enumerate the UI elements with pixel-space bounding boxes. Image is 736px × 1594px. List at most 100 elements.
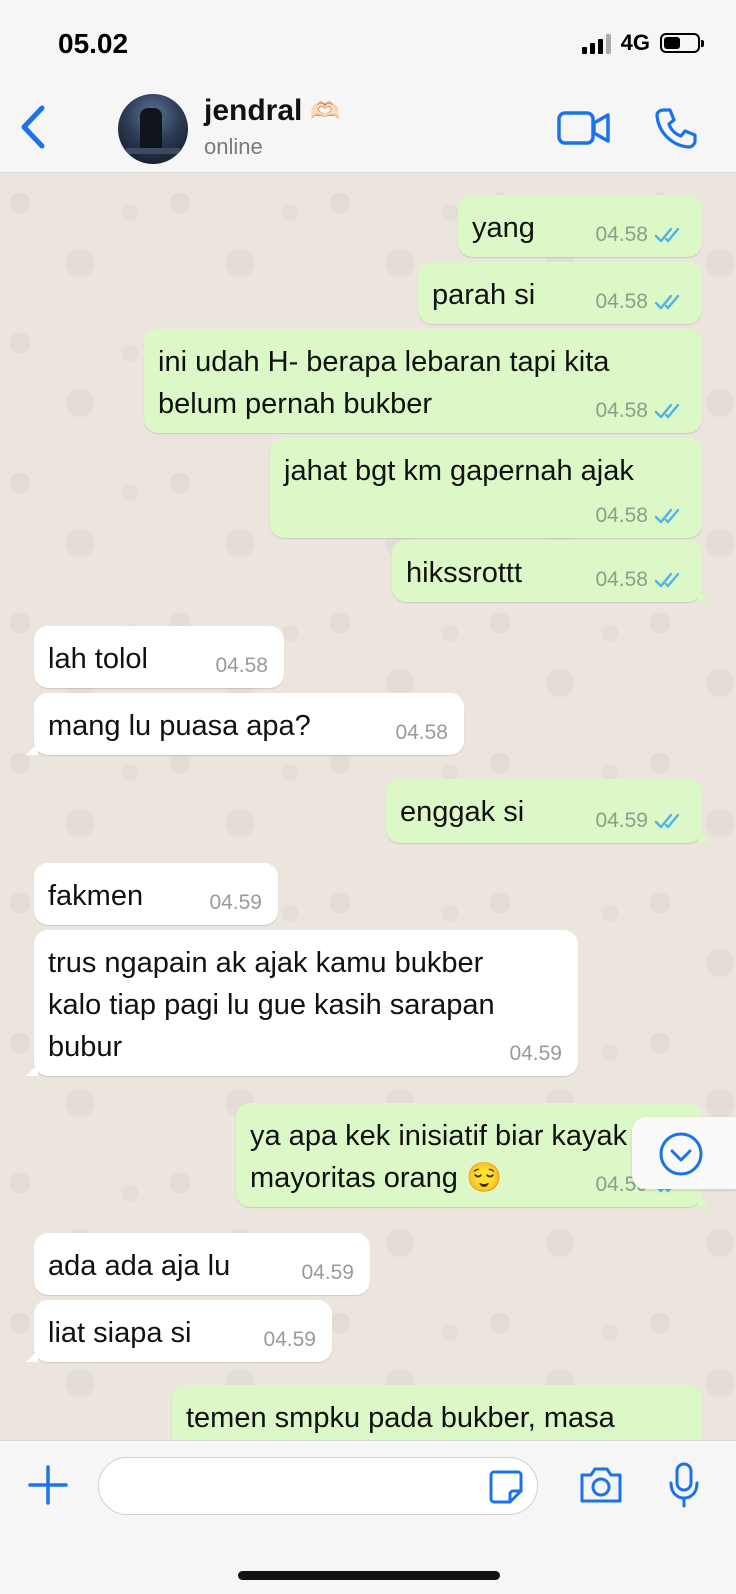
message-text: fakmen xyxy=(48,875,143,917)
message-text: yang xyxy=(472,207,535,249)
message-text: parah si xyxy=(432,274,535,316)
read-receipt-icon xyxy=(654,813,680,829)
chat-header: jendral 🫶🏻 online xyxy=(0,88,736,173)
message-meta: 04.58 xyxy=(595,504,686,528)
message-line: kalo tiap pagi lu gue kasih sarapan xyxy=(48,989,495,1021)
status-indicators: 4G xyxy=(581,30,704,56)
message-text: mang lu puasa apa? xyxy=(48,705,311,747)
message-time: 04.59 xyxy=(209,891,262,914)
signal-icon xyxy=(581,32,611,54)
message-line: lah tolol xyxy=(48,643,148,675)
message-meta: 04.58 xyxy=(215,654,268,678)
camera-icon xyxy=(580,1467,622,1503)
avatar[interactable] xyxy=(118,94,188,164)
camera-button[interactable] xyxy=(578,1465,624,1505)
message-meta: 04.58 xyxy=(395,721,448,745)
message-line: trus ngapain ak ajak kamu bukber xyxy=(48,947,484,979)
message-line: parah si xyxy=(432,279,536,311)
outgoing-message[interactable]: yang 04.58 xyxy=(458,195,702,257)
message-meta: 04.59 xyxy=(209,891,262,915)
message-text: temen smpku pada bukber, masa xyxy=(186,1397,615,1439)
message-line: bubur xyxy=(48,1031,123,1063)
message-text: jahat bgt km gapernah ajak xyxy=(284,450,634,492)
message-line: temen smpku pada bukber, masa xyxy=(186,1402,615,1434)
incoming-message[interactable]: lah tolol 04.58 xyxy=(34,626,284,688)
microphone-button[interactable] xyxy=(668,1461,700,1509)
outgoing-message[interactable]: parah si 04.58 xyxy=(418,262,702,324)
message-line: ada ada aja lu xyxy=(48,1250,231,1282)
message-line: belum pernah bukber xyxy=(158,388,433,420)
message-meta: 04.58 xyxy=(595,399,686,423)
outgoing-message[interactable]: hikssrottt 04.58 xyxy=(392,540,710,602)
contact-name-row[interactable]: jendral 🫶🏻 xyxy=(204,94,340,128)
message-line: yang xyxy=(472,212,535,244)
message-meta: 04.59 xyxy=(301,1261,354,1285)
message-text: ada ada aja lu xyxy=(48,1245,230,1287)
microphone-icon xyxy=(669,1462,699,1508)
chat-messages[interactable]: yang 04.58 parah si 04.58 ini udah H- berapa… xyxy=(0,173,736,1440)
outgoing-message[interactable]: jahat bgt km gapernah ajak 04.58 xyxy=(270,438,702,538)
message-time: 04.58 xyxy=(595,504,648,527)
incoming-message[interactable]: liat siapa si 04.59 xyxy=(26,1300,332,1362)
read-receipt-icon xyxy=(654,227,680,243)
incoming-message[interactable]: trus ngapain ak ajak kamu bukber kalo tia… xyxy=(26,930,578,1076)
outgoing-message[interactable]: temen smpku pada bukber, masa xyxy=(172,1385,702,1440)
message-time: 04.58 xyxy=(595,290,648,313)
read-receipt-icon xyxy=(654,572,680,588)
message-text: enggak si xyxy=(400,791,524,833)
read-receipt-icon xyxy=(654,403,680,419)
heart-hands-emoji: 🫶🏻 xyxy=(310,97,341,125)
message-meta: 04.59 xyxy=(263,1328,316,1352)
message-line: ya apa kek inisiatif biar kayak xyxy=(250,1120,628,1152)
message-time: 04.59 xyxy=(301,1261,354,1284)
outgoing-message[interactable]: ini udah H- berapa lebaran tapi kita belu… xyxy=(144,329,702,433)
video-call-button[interactable] xyxy=(556,108,612,148)
home-indicator xyxy=(238,1571,500,1580)
incoming-message[interactable]: mang lu puasa apa? 04.58 xyxy=(26,693,464,755)
video-camera-icon xyxy=(557,111,610,145)
message-meta: 04.59 xyxy=(595,809,686,833)
battery-icon xyxy=(660,33,704,53)
message-input[interactable] xyxy=(98,1457,538,1515)
message-text: ini udah H- berapa lebaran tapi kita belu… xyxy=(158,341,609,425)
message-text: liat siapa si xyxy=(48,1312,191,1354)
message-time: 04.58 xyxy=(395,721,448,744)
message-line: mayoritas orang 😌 xyxy=(250,1162,503,1194)
sticker-button[interactable] xyxy=(488,1469,524,1505)
back-button[interactable] xyxy=(14,102,54,152)
message-text: ya apa kek inisiatif biar kayak mayoritas… xyxy=(250,1115,627,1199)
message-text: lah tolol xyxy=(48,638,148,680)
chevron-down-circle-icon xyxy=(659,1132,703,1176)
contact-name[interactable]: jendral xyxy=(204,94,302,128)
message-time: 04.59 xyxy=(509,1042,562,1065)
message-line: ini udah H- berapa lebaran tapi kita xyxy=(158,346,610,378)
message-text: hikssrottt xyxy=(406,552,522,594)
incoming-message[interactable]: fakmen 04.59 xyxy=(34,863,278,925)
network-type: 4G xyxy=(620,30,650,55)
message-meta: 04.58 xyxy=(595,290,686,314)
message-time: 04.58 xyxy=(595,223,648,246)
message-time: 04.59 xyxy=(595,809,648,832)
message-text: trus ngapain ak ajak kamu bukber kalo tia… xyxy=(48,942,495,1068)
plus-icon xyxy=(28,1465,68,1505)
chevron-left-icon xyxy=(21,105,45,149)
attach-button[interactable] xyxy=(26,1463,70,1507)
message-line: jahat bgt km gapernah ajak xyxy=(284,455,634,487)
status-time: 05.02 xyxy=(58,28,129,59)
read-receipt-icon xyxy=(654,294,680,310)
read-receipt-icon xyxy=(654,508,680,524)
message-meta: 04.59 xyxy=(509,1042,562,1066)
message-line: hikssrottt xyxy=(406,557,523,589)
outgoing-message[interactable]: enggak si 04.59 xyxy=(386,779,710,843)
sticker-icon xyxy=(489,1470,523,1504)
status-bar: 05.02 4G xyxy=(0,0,736,88)
scroll-to-bottom-button[interactable] xyxy=(632,1117,736,1189)
voice-call-button[interactable] xyxy=(654,106,698,150)
incoming-message[interactable]: ada ada aja lu 04.59 xyxy=(34,1233,370,1295)
message-line: fakmen xyxy=(48,880,144,912)
message-time: 04.59 xyxy=(263,1328,316,1351)
message-line: mang lu puasa apa? xyxy=(48,710,311,742)
message-time: 04.58 xyxy=(215,654,268,677)
message-time: 04.58 xyxy=(595,568,648,591)
battery-level xyxy=(664,37,680,49)
